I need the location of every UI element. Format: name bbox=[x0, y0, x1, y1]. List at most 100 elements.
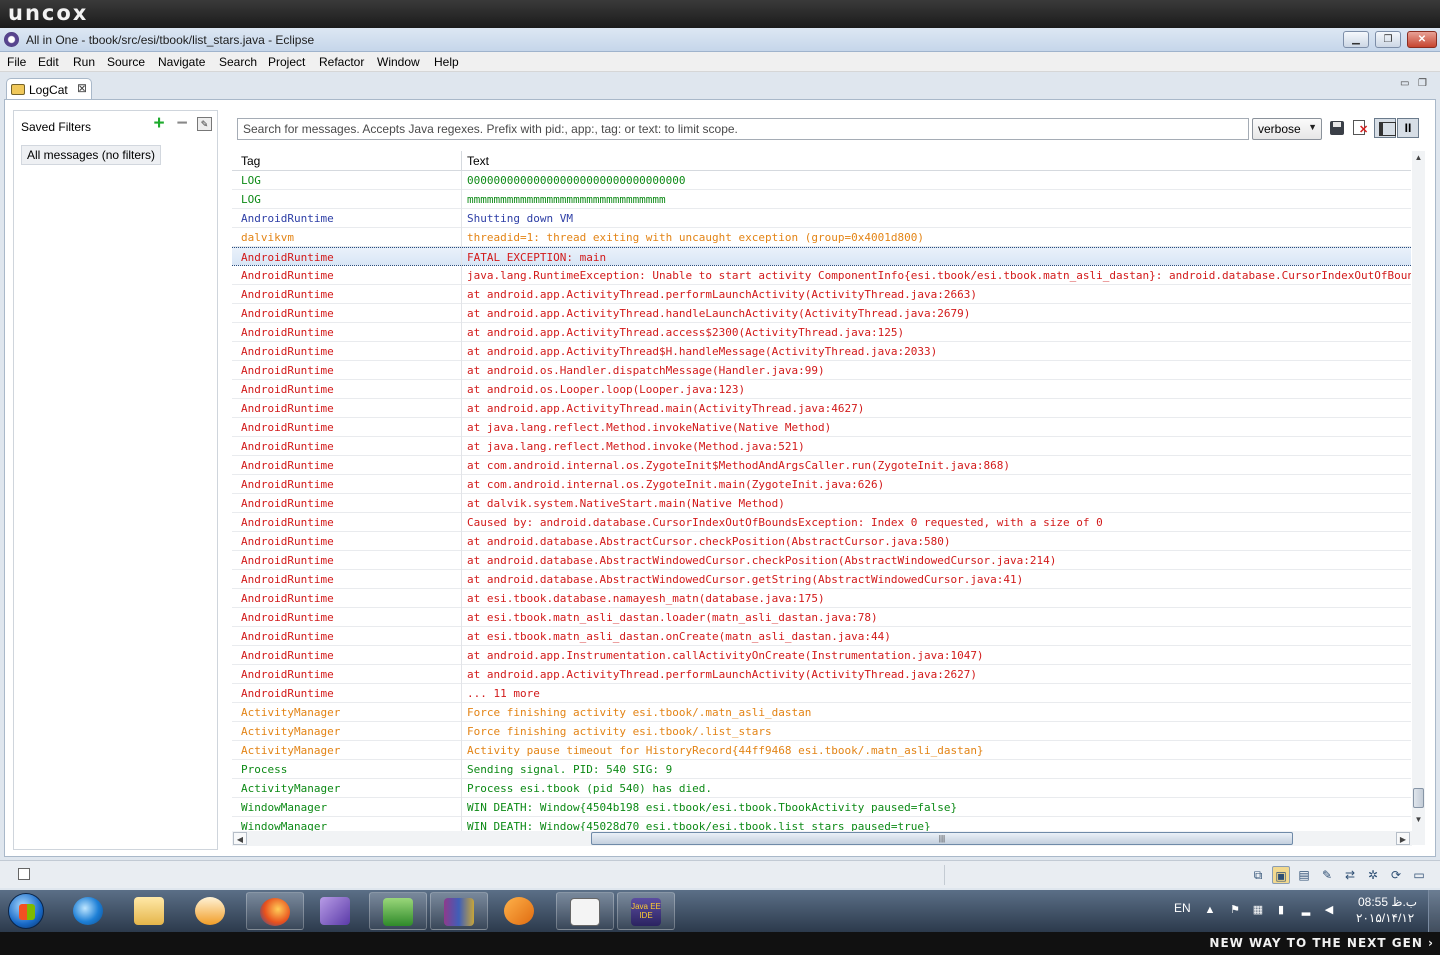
minimize-view-icon[interactable]: ▭ bbox=[1400, 78, 1409, 89]
save-icon[interactable] bbox=[1328, 119, 1346, 137]
log-row[interactable]: AndroidRuntime at esi.tbook.matn_asli_das… bbox=[232, 627, 1411, 646]
clock-date[interactable]: ۲۰۱۵/۱۴/۱۲ bbox=[1356, 911, 1414, 925]
team-perspective-icon[interactable]: ⇄ bbox=[1341, 866, 1359, 884]
pause-button[interactable]: II bbox=[1397, 118, 1419, 138]
power-icon[interactable]: ▮ bbox=[1274, 903, 1288, 917]
log-row[interactable]: dalvikvm threadid=1: thread exiting with … bbox=[232, 228, 1411, 247]
log-row[interactable]: ActivityManager Force finishing activity… bbox=[232, 703, 1411, 722]
search-input[interactable] bbox=[237, 118, 1249, 140]
log-row[interactable]: AndroidRuntime at android.app.ActivityThr… bbox=[232, 285, 1411, 304]
menu-search[interactable]: Search bbox=[219, 55, 257, 69]
log-row[interactable]: AndroidRuntime at android.app.ActivityThr… bbox=[232, 323, 1411, 342]
log-row[interactable]: AndroidRuntime Shutting down VM bbox=[232, 209, 1411, 228]
vertical-scroll-thumb[interactable] bbox=[1413, 788, 1424, 808]
log-row[interactable]: LOG mmmmmmmmmmmmmmmmmmmmmmmmmmmmmm bbox=[232, 190, 1411, 209]
synchronize-perspective-icon[interactable]: ⟳ bbox=[1387, 866, 1405, 884]
log-row[interactable]: WindowManager WIN DEATH: Window{4504b198 … bbox=[232, 798, 1411, 817]
log-row[interactable]: AndroidRuntime at dalvik.system.NativeSta… bbox=[232, 494, 1411, 513]
media-player-taskbar-icon[interactable] bbox=[182, 892, 240, 930]
add-filter-icon[interactable]: + bbox=[151, 114, 167, 133]
vertical-scrollbar[interactable]: ▲ ▼ bbox=[1412, 151, 1425, 845]
show-hidden-icons-icon[interactable]: ▲ bbox=[1203, 903, 1217, 917]
menu-navigate[interactable]: Navigate bbox=[158, 55, 205, 69]
horizontal-scroll-thumb[interactable]: ||| bbox=[591, 832, 1293, 845]
show-desktop-button[interactable] bbox=[1428, 890, 1440, 932]
log-row[interactable]: AndroidRuntime at android.app.ActivityThr… bbox=[232, 304, 1411, 323]
log-row[interactable]: AndroidRuntime FATAL EXCEPTION: main bbox=[232, 247, 1411, 267]
plugin-perspective-icon[interactable]: ✲ bbox=[1364, 866, 1382, 884]
internet-explorer-taskbar-icon[interactable] bbox=[60, 892, 118, 930]
log-row[interactable]: AndroidRuntime at android.database.Abstra… bbox=[232, 532, 1411, 551]
debug-perspective-icon[interactable]: ✎ bbox=[1318, 866, 1336, 884]
open-perspective-icon[interactable]: ⧉ bbox=[1249, 866, 1267, 884]
clear-log-icon[interactable]: ✕ bbox=[1351, 119, 1369, 137]
log-row[interactable]: AndroidRuntime java.lang.RuntimeException… bbox=[232, 266, 1411, 285]
minimize-button[interactable]: ▁ bbox=[1343, 31, 1369, 48]
eclipse-app-icon[interactable] bbox=[4, 32, 19, 47]
scroll-down-icon[interactable]: ▼ bbox=[1413, 814, 1424, 826]
menu-window[interactable]: Window bbox=[377, 55, 420, 69]
log-row[interactable]: AndroidRuntime Caused by: android.databas… bbox=[232, 513, 1411, 532]
notepad-taskbar-icon[interactable] bbox=[556, 892, 614, 930]
menu-run[interactable]: Run bbox=[73, 55, 95, 69]
horizontal-scrollbar[interactable]: ◀ ||| ▶ bbox=[232, 831, 1412, 846]
log-row[interactable]: AndroidRuntime at esi.tbook.database.nama… bbox=[232, 589, 1411, 608]
scroll-left-icon[interactable]: ◀ bbox=[233, 832, 247, 845]
scroll-right-icon[interactable]: ▶ bbox=[1396, 832, 1410, 845]
column-header-tag[interactable]: Tag bbox=[241, 154, 260, 168]
maximize-button[interactable]: ❐ bbox=[1375, 31, 1401, 48]
log-row[interactable]: AndroidRuntime at android.os.Looper.loop(… bbox=[232, 380, 1411, 399]
log-row[interactable]: AndroidRuntime at esi.tbook.matn_asli_das… bbox=[232, 608, 1411, 627]
log-row[interactable]: AndroidRuntime at android.app.ActivityThr… bbox=[232, 665, 1411, 684]
eclipse-taskbar-icon[interactable]: Java EE IDE bbox=[617, 892, 675, 930]
log-level-select[interactable]: verbose ▼ bbox=[1252, 118, 1322, 140]
log-row[interactable]: LOG 000000000000000000000000000000000 bbox=[232, 171, 1411, 190]
menu-project[interactable]: Project bbox=[268, 55, 305, 69]
network-icon[interactable]: ▂ bbox=[1299, 903, 1313, 917]
log-row[interactable]: AndroidRuntime at com.android.internal.os… bbox=[232, 475, 1411, 494]
log-row[interactable]: ActivityManager Process esi.tbook (pid 54… bbox=[232, 779, 1411, 798]
edit-filter-icon[interactable]: ✎ bbox=[197, 117, 212, 131]
log-row[interactable]: AndroidRuntime at android.app.ActivityThr… bbox=[232, 342, 1411, 361]
winamp-taskbar-icon[interactable] bbox=[491, 892, 549, 930]
log-row[interactable]: AndroidRuntime at android.os.Handler.disp… bbox=[232, 361, 1411, 380]
log-row[interactable]: AndroidRuntime at android.app.ActivityThr… bbox=[232, 399, 1411, 418]
firefox-taskbar-icon[interactable] bbox=[246, 892, 304, 930]
log-row[interactable]: AndroidRuntime at android.database.Abstra… bbox=[232, 551, 1411, 570]
column-header-text[interactable]: Text bbox=[467, 154, 489, 168]
tab-logcat[interactable]: LogCat ⊠ bbox=[6, 78, 92, 100]
close-tab-icon[interactable]: ⊠ bbox=[77, 81, 87, 95]
language-indicator[interactable]: EN bbox=[1174, 901, 1191, 915]
filter-item-all-messages[interactable]: All messages (no filters) bbox=[21, 145, 162, 165]
fast-view-icon[interactable] bbox=[18, 868, 30, 880]
download-manager-taskbar-icon[interactable] bbox=[369, 892, 427, 930]
maximize-view-icon[interactable]: ❐ bbox=[1418, 78, 1427, 89]
log-row[interactable]: ActivityManager Force finishing activity… bbox=[232, 722, 1411, 741]
ddms-perspective-icon[interactable]: ▣ bbox=[1272, 866, 1290, 884]
web-perspective-icon[interactable]: ▭ bbox=[1410, 866, 1428, 884]
log-row[interactable]: AndroidRuntime at android.database.Abstra… bbox=[232, 570, 1411, 589]
volume-icon[interactable]: ◀ bbox=[1322, 903, 1336, 917]
clock-time[interactable]: ب.ظ 08:55 bbox=[1358, 895, 1417, 909]
menu-source[interactable]: Source bbox=[107, 55, 145, 69]
menu-edit[interactable]: Edit bbox=[38, 55, 59, 69]
log-row[interactable]: ActivityManager Activity pause timeout fo… bbox=[232, 741, 1411, 760]
close-button[interactable]: ✕ bbox=[1407, 31, 1437, 48]
menu-file[interactable]: File bbox=[7, 55, 26, 69]
log-row[interactable]: AndroidRuntime ... 11 more bbox=[232, 684, 1411, 703]
scroll-up-icon[interactable]: ▲ bbox=[1413, 152, 1424, 164]
java-perspective-icon[interactable]: ▤ bbox=[1295, 866, 1313, 884]
menu-refactor[interactable]: Refactor bbox=[319, 55, 364, 69]
menu-help[interactable]: Help bbox=[434, 55, 459, 69]
remove-filter-icon[interactable]: − bbox=[174, 114, 190, 133]
log-row[interactable]: AndroidRuntime at com.android.internal.os… bbox=[232, 456, 1411, 475]
visual-studio-taskbar-icon[interactable] bbox=[307, 892, 365, 930]
winrar-taskbar-icon[interactable] bbox=[430, 892, 488, 930]
log-row[interactable]: AndroidRuntime at java.lang.reflect.Metho… bbox=[232, 437, 1411, 456]
log-row[interactable]: AndroidRuntime at android.app.Instrumenta… bbox=[232, 646, 1411, 665]
start-button[interactable] bbox=[8, 893, 44, 929]
windows-update-icon[interactable]: ▦ bbox=[1251, 903, 1265, 917]
action-center-icon[interactable]: ⚑ bbox=[1228, 903, 1242, 917]
log-row[interactable]: Process Sending signal. PID: 540 SIG: 9 bbox=[232, 760, 1411, 779]
file-explorer-taskbar-icon[interactable] bbox=[121, 892, 179, 930]
